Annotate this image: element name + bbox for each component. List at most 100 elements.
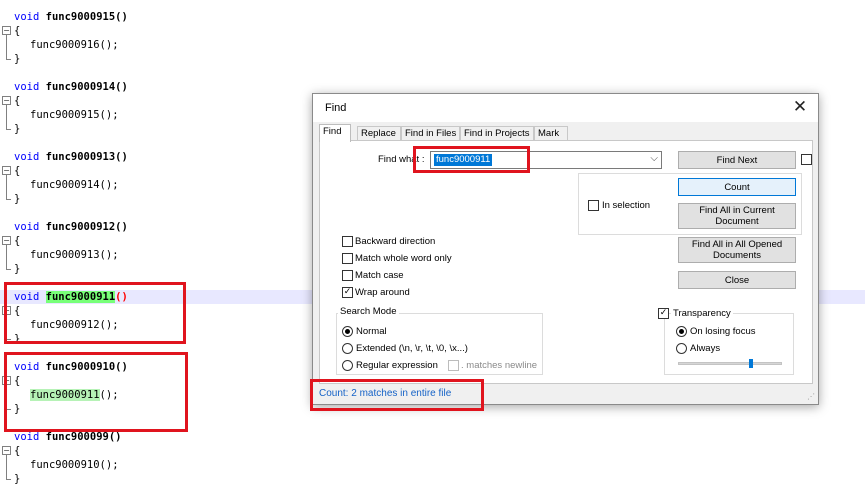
close-brace: }: [14, 123, 21, 135]
fold-line: [6, 455, 7, 479]
code-line: }: [14, 332, 20, 346]
match-case-label: Match case: [355, 270, 404, 281]
fold-minus-icon[interactable]: −: [2, 376, 11, 385]
close-button[interactable]: Close: [678, 271, 796, 289]
find-what-input[interactable]: func9000911: [434, 154, 493, 166]
fold-minus-icon[interactable]: −: [2, 96, 11, 105]
tab-find[interactable]: Find: [319, 124, 351, 142]
fold-line: [6, 105, 7, 129]
call-name: func9000912: [30, 319, 100, 331]
transparency-label: Transparency: [671, 308, 733, 319]
keyword-void: void: [14, 221, 40, 233]
find-all-in-current-document-button[interactable]: Find All in Current Document: [678, 203, 796, 229]
fold-minus-icon[interactable]: −: [2, 446, 11, 455]
match-case-checkbox[interactable]: [342, 270, 353, 281]
find-what-label: Find what :: [378, 154, 425, 165]
tab-mark[interactable]: Mark: [534, 126, 568, 141]
code-line: func9000910();: [30, 458, 119, 472]
call-suffix: ();: [99, 109, 119, 121]
code-line: void func9000915(): [14, 10, 128, 24]
backward-direction-checkbox[interactable]: [342, 236, 353, 247]
transparency-slider-track[interactable]: [678, 362, 782, 365]
fold-minus-icon[interactable]: −: [2, 166, 11, 175]
call-suffix: ();: [99, 389, 119, 401]
find-all-in-opened-documents-button[interactable]: Find All in All Opened Documents: [678, 237, 796, 263]
open-brace: {: [14, 305, 21, 317]
resize-grip-icon[interactable]: ⋰: [807, 392, 815, 401]
function-name: func9000910: [45, 361, 116, 373]
keyword-void: void: [14, 11, 40, 23]
transparency-checkbox[interactable]: ✓: [658, 308, 669, 319]
count-button[interactable]: Count: [678, 178, 796, 196]
function-name: func9000914: [45, 81, 116, 93]
open-brace: {: [14, 25, 21, 37]
fold-minus-icon[interactable]: −: [2, 236, 11, 245]
transparency-always-radio[interactable]: [676, 343, 687, 354]
keyword-void: void: [14, 431, 40, 443]
code-line: }: [14, 192, 20, 206]
close-brace: }: [14, 403, 21, 415]
transparency-slider-thumb[interactable]: [748, 359, 753, 368]
code-line: }: [14, 402, 20, 416]
code-line: {: [14, 444, 20, 458]
in-selection-checkbox[interactable]: [588, 200, 599, 211]
open-brace: {: [14, 235, 21, 247]
keyword-void: void: [14, 81, 40, 93]
fold-minus-icon[interactable]: −: [2, 26, 11, 35]
code-line: }: [14, 122, 20, 136]
keyword-void: void: [14, 151, 40, 163]
find-next-extra-checkbox[interactable]: [801, 154, 812, 165]
parens: (): [115, 361, 128, 373]
find-next-button[interactable]: Find Next: [678, 151, 796, 169]
code-line: void func9000912(): [14, 220, 128, 234]
tab-find-in-projects[interactable]: Find in Projects: [460, 126, 534, 141]
call-suffix: ();: [99, 319, 119, 331]
fold-line: [6, 315, 7, 339]
call-suffix: ();: [99, 249, 119, 261]
fold-end: [6, 479, 11, 480]
fold-end: [6, 129, 11, 130]
call-name: func9000914: [30, 179, 100, 191]
search-mode-regex-radio[interactable]: [342, 360, 353, 371]
search-match-function-name: func9000911: [45, 291, 116, 303]
parens: (): [115, 221, 128, 233]
fold-line: [6, 175, 7, 199]
dialog-statusbar: Count: 2 matches in entire file ⋰: [313, 384, 818, 404]
fold-end: [6, 339, 11, 340]
fold-line: [6, 35, 7, 59]
code-line: {: [14, 24, 20, 38]
code-line: }: [14, 262, 20, 276]
dialog-titlebar[interactable]: Find ✕: [313, 94, 818, 122]
function-name: func9000915: [45, 11, 116, 23]
tab-find-in-files[interactable]: Find in Files: [401, 126, 460, 141]
transparency-on-losing-focus-label: On losing focus: [690, 326, 756, 337]
close-brace: }: [14, 53, 21, 65]
call-suffix: ();: [99, 459, 119, 471]
close-icon[interactable]: ✕: [790, 97, 810, 117]
parens: (): [115, 81, 128, 93]
keyword-void: void: [14, 361, 40, 373]
fold-end: [6, 59, 11, 60]
wrap-around-checkbox[interactable]: ✓: [342, 287, 353, 298]
code-line: void func900099(): [14, 430, 122, 444]
check-icon: ✓: [343, 287, 352, 297]
tab-replace[interactable]: Replace: [357, 126, 401, 141]
matches-newline-checkbox[interactable]: [448, 360, 459, 371]
search-mode-normal-label: Normal: [356, 326, 387, 337]
match-whole-word-checkbox[interactable]: [342, 253, 353, 264]
call-suffix: ();: [99, 179, 119, 191]
code-line: }: [14, 52, 20, 66]
parens-brace-match: (): [115, 291, 128, 303]
fold-minus-icon[interactable]: −: [2, 306, 11, 315]
code-line: func9000914();: [30, 178, 119, 192]
close-brace: }: [14, 333, 21, 345]
in-selection-label: In selection: [602, 200, 651, 211]
find-what-combobox[interactable]: func9000911 ⌵: [430, 151, 662, 169]
code-line: void func9000914(): [14, 80, 128, 94]
open-brace: {: [14, 165, 21, 177]
chevron-down-icon[interactable]: ⌵: [650, 153, 658, 164]
search-mode-extended-radio[interactable]: [342, 343, 353, 354]
transparency-on-losing-focus-radio[interactable]: [676, 326, 687, 337]
code-line: void func9000910(): [14, 360, 128, 374]
search-mode-normal-radio[interactable]: [342, 326, 353, 337]
